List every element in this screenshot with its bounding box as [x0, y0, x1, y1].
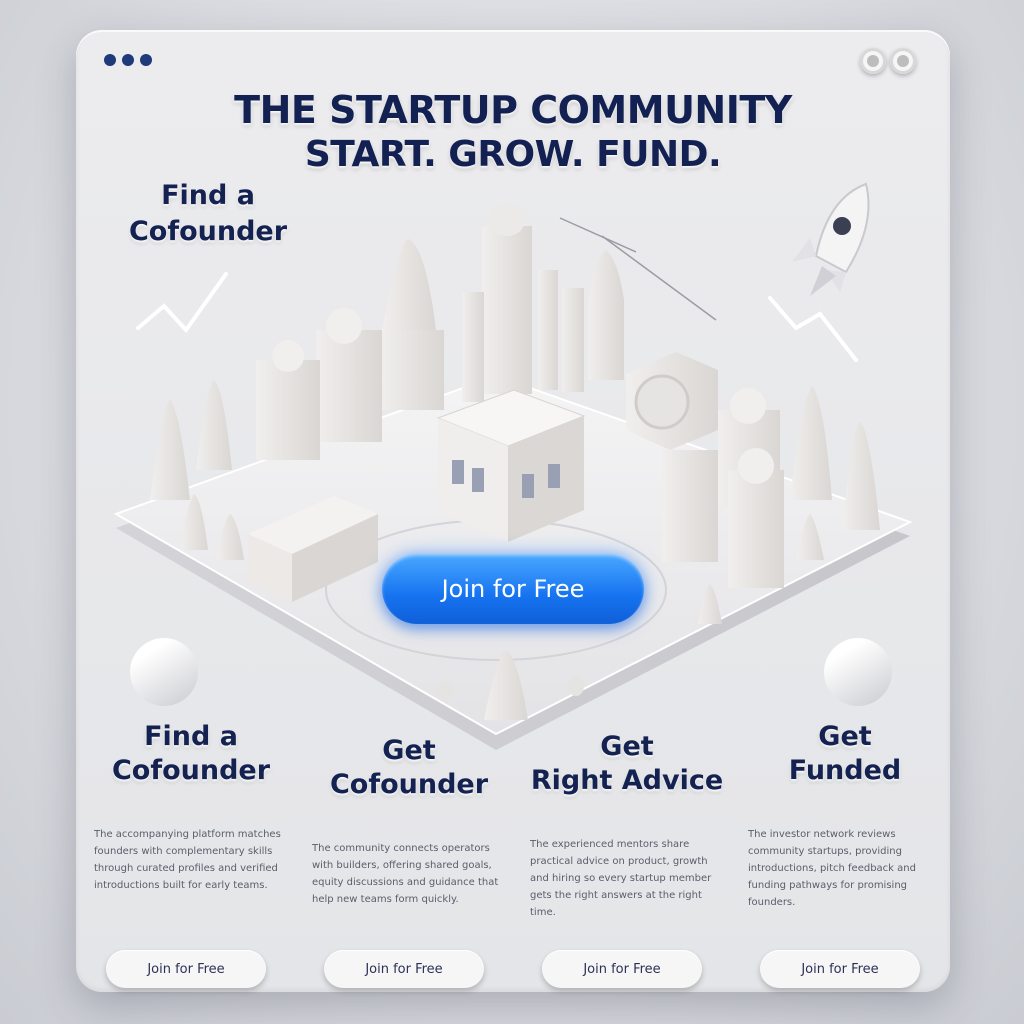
decorative-line	[559, 217, 637, 253]
feature-description: The experienced mentors share practical …	[530, 839, 712, 918]
building	[316, 330, 382, 442]
tower	[728, 470, 784, 588]
dome	[272, 340, 304, 372]
decorative-line	[768, 296, 858, 362]
feature-title: Get Right Advice	[530, 731, 724, 796]
tower	[662, 450, 718, 562]
rocket-icon	[792, 182, 870, 296]
feature-description: The accompanying platform matches founde…	[94, 829, 281, 891]
tower	[462, 292, 484, 402]
round-window	[634, 374, 690, 430]
window	[472, 468, 484, 492]
feature-description: The investor network reviews community s…	[748, 829, 916, 908]
building	[256, 360, 320, 460]
feature-card: Get Funded The investor network reviews …	[740, 720, 950, 988]
tower	[482, 226, 532, 394]
join-free-button[interactable]: Join for Free	[542, 950, 702, 988]
tower-top	[489, 204, 525, 236]
small-stone	[438, 680, 454, 700]
join-free-button[interactable]: Join for Free	[324, 950, 484, 988]
feature-card: Get Right Advice The experienced mentors…	[522, 730, 732, 988]
join-free-button[interactable]: Join for Free	[382, 554, 644, 624]
tower	[538, 270, 558, 390]
join-free-button[interactable]: Join for Free	[106, 950, 266, 988]
feature-section: Find a Cofounder The accompanying platfo…	[86, 720, 940, 988]
feature-title: Get Funded	[788, 721, 902, 786]
feature-description: The community connects operators with bu…	[312, 843, 499, 905]
feature-title: Get Cofounder	[329, 735, 489, 800]
window	[452, 460, 464, 484]
feature-title: Find a Cofounder	[111, 721, 271, 786]
sphere	[130, 638, 198, 706]
dome	[738, 448, 774, 484]
city-illustration	[113, 182, 913, 750]
building	[380, 330, 444, 410]
app-window: THE STARTUP COMMUNITY START. GROW. FUND.…	[76, 30, 950, 992]
small-stone	[568, 676, 584, 696]
sphere	[824, 638, 892, 706]
dome	[730, 388, 766, 424]
spire	[588, 250, 624, 380]
window	[522, 474, 534, 498]
feature-card: Find a Cofounder The accompanying platfo…	[86, 720, 296, 988]
feature-card: Get Cofounder The community connects ope…	[304, 734, 514, 988]
window	[548, 464, 560, 488]
cone-tower	[382, 239, 436, 330]
tower	[562, 288, 584, 392]
dome	[326, 308, 362, 344]
decorative-line	[136, 272, 228, 334]
join-free-button[interactable]: Join for Free	[760, 950, 920, 988]
